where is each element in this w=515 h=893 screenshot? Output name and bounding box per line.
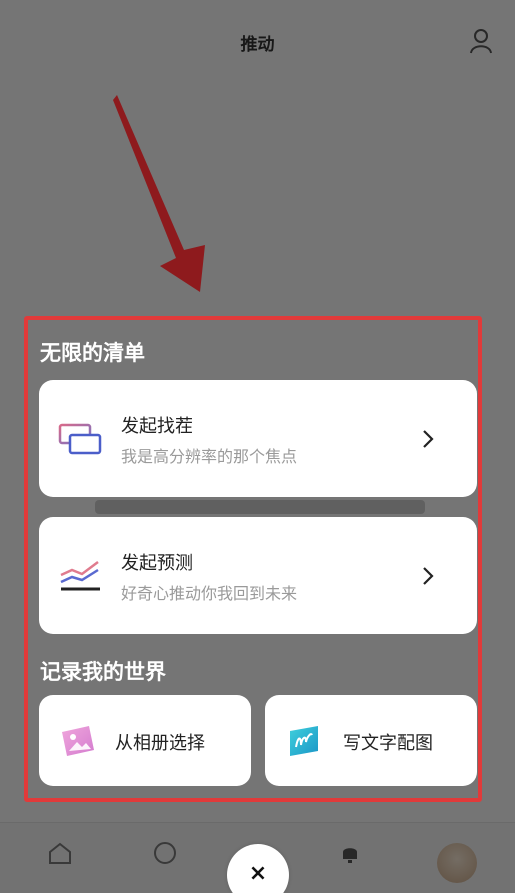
- annotation-highlight-box: [24, 316, 482, 802]
- close-icon: ×: [248, 861, 268, 886]
